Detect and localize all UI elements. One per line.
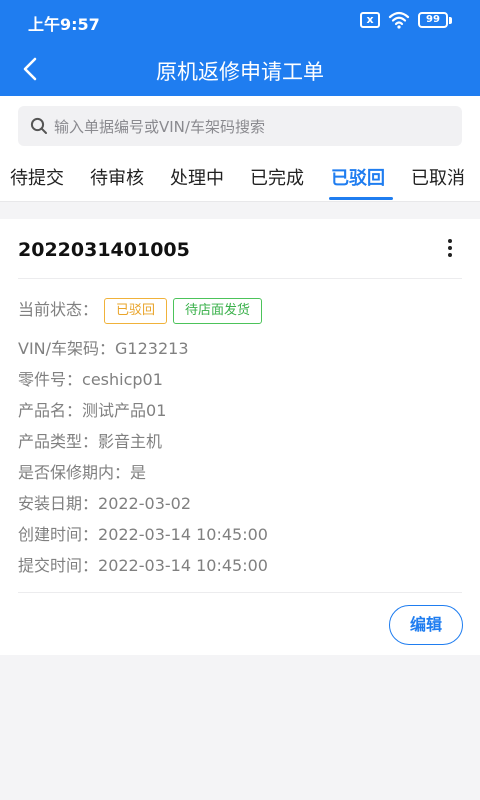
edit-button[interactable]: 编辑: [389, 605, 463, 645]
battery-level: 99: [418, 12, 448, 28]
status-badge-rejected: 已驳回: [104, 297, 168, 324]
field-label: VIN/车架码：: [18, 339, 116, 358]
divider: [18, 592, 462, 593]
app-header: 原机返修申请工单: [0, 44, 480, 96]
tab-rejected[interactable]: 已驳回: [331, 164, 385, 190]
no-sim-icon: x: [360, 12, 380, 28]
tab-pending-submit[interactable]: 待提交: [10, 164, 64, 190]
field-value: 2022-03-14 10:45:00: [98, 525, 268, 544]
field-warranty: 是否保修期内：是: [18, 459, 146, 483]
status-label: 当前状态：: [18, 300, 99, 319]
status-row: 当前状态： 已驳回 待店面发货: [18, 296, 263, 324]
status-bar: 上午9:57 x 99: [0, 0, 480, 44]
status-tabs: 待提交 待审核 处理中 已完成 已驳回 已取消: [0, 154, 480, 202]
tab-pending-review[interactable]: 待审核: [90, 164, 144, 190]
search-placeholder: 输入单据编号或VIN/车架码搜索: [54, 117, 265, 136]
field-value: ceshicp01: [82, 370, 163, 389]
status-badge-awaiting-shipment: 待店面发货: [173, 297, 263, 324]
search-icon: [30, 117, 47, 134]
wifi-icon: [388, 11, 410, 29]
field-value: 2022-03-02: [98, 494, 191, 513]
more-vertical-icon: [440, 239, 460, 257]
field-part-number: 零件号：ceshicp01: [18, 366, 163, 390]
field-label: 产品类型：: [18, 432, 99, 451]
active-tab-indicator: [329, 197, 393, 200]
battery-icon: 99: [418, 12, 452, 28]
field-value: 2022-03-14 10:45:00: [98, 556, 268, 575]
field-label: 零件号：: [18, 370, 83, 389]
field-label: 是否保修期内：: [18, 463, 131, 482]
field-label: 安装日期：: [18, 494, 99, 513]
field-label: 创建时间：: [18, 525, 99, 544]
page-title: 原机返修申请工单: [156, 60, 324, 84]
field-vin: VIN/车架码：G123213: [18, 335, 189, 359]
field-product-type: 产品类型：影音主机: [18, 428, 162, 452]
status-icons: x 99: [360, 11, 452, 29]
tab-processing[interactable]: 处理中: [170, 164, 224, 190]
divider: [18, 278, 462, 279]
field-created-time: 创建时间：2022-03-14 10:45:00: [18, 521, 268, 545]
field-label: 产品名：: [18, 401, 83, 420]
order-number: 2022031401005: [18, 239, 190, 261]
status-time: 上午9:57: [28, 15, 100, 34]
field-submitted-time: 提交时间：2022-03-14 10:45:00: [18, 552, 268, 576]
tab-completed[interactable]: 已完成: [250, 164, 304, 190]
field-label: 提交时间：: [18, 556, 99, 575]
field-product-name: 产品名：测试产品01: [18, 397, 166, 421]
field-value: G123213: [115, 339, 189, 358]
order-card[interactable]: 2022031401005 当前状态： 已驳回 待店面发货 VIN/车架码：G123…: [0, 219, 480, 655]
tab-cancelled[interactable]: 已取消: [411, 164, 465, 190]
search-area: 输入单据编号或VIN/车架码搜索: [0, 96, 480, 154]
field-value: 测试产品01: [82, 401, 167, 420]
field-value: 是: [130, 463, 147, 482]
field-value: 影音主机: [98, 432, 163, 451]
field-install-date: 安装日期：2022-03-02: [18, 490, 191, 514]
more-options-button[interactable]: [440, 239, 460, 261]
search-input[interactable]: 输入单据编号或VIN/车架码搜索: [18, 106, 462, 146]
